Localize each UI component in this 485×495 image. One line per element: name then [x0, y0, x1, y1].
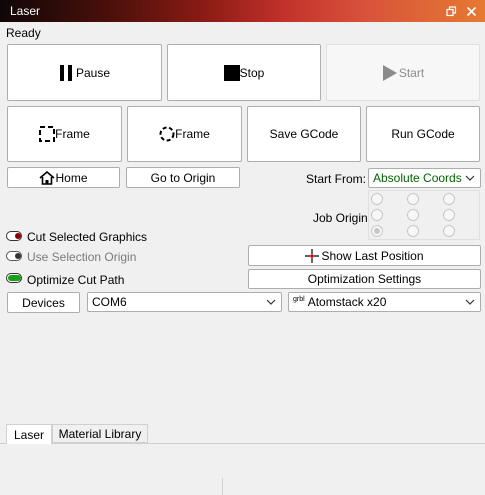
go-to-origin-button[interactable]: Go to Origin — [126, 167, 240, 188]
frame-circle-button[interactable]: Frame — [127, 106, 242, 162]
tab-material-library-label: Material Library — [58, 426, 142, 441]
origin-radio-middle-center[interactable] — [407, 209, 419, 221]
frame-circle-label: Frame — [175, 127, 210, 141]
start-button[interactable]: Start — [326, 44, 480, 101]
tab-laser[interactable]: Laser — [6, 424, 52, 444]
cut-selected-graphics-label: Cut Selected Graphics — [27, 230, 148, 244]
optimization-settings-label: Optimization Settings — [307, 272, 422, 286]
optimize-cut-path-label: Optimize Cut Path — [27, 273, 125, 287]
save-gcode-button[interactable]: Save GCode — [247, 106, 361, 162]
origin-radio-middle-right[interactable] — [443, 209, 455, 221]
job-origin-label: Job Origin — [313, 211, 368, 225]
tab-divider — [0, 443, 485, 444]
chevron-down-icon — [266, 299, 276, 305]
play-icon — [382, 64, 397, 81]
devices-label: Devices — [22, 295, 65, 310]
device-value: Atomstack x20 — [307, 295, 387, 309]
start-from-select[interactable]: Absolute Coords — [368, 168, 481, 188]
start-from-label: Start From: — [306, 172, 367, 186]
toggle-knob — [8, 275, 21, 281]
bottom-splitter[interactable] — [222, 478, 223, 495]
run-gcode-button[interactable]: Run GCode — [366, 106, 480, 162]
status-text: Ready — [6, 26, 41, 40]
origin-radio-top-center[interactable] — [407, 193, 419, 205]
show-last-position-label: Show Last Position — [321, 248, 424, 263]
cut-selected-graphics-toggle[interactable] — [6, 231, 22, 241]
tab-laser-label: Laser — [13, 427, 45, 442]
home-icon — [39, 170, 56, 185]
chevron-down-icon — [465, 299, 475, 305]
start-from-value: Absolute Coords — [373, 171, 462, 185]
origin-radio-bottom-right[interactable] — [443, 225, 455, 237]
origin-radio-bottom-left[interactable] — [371, 225, 383, 237]
save-gcode-label: Save GCode — [269, 127, 339, 141]
float-window-icon[interactable] — [443, 3, 459, 19]
origin-radio-bottom-center[interactable] — [407, 225, 419, 237]
run-gcode-label: Run GCode — [391, 127, 455, 141]
job-origin-grid — [368, 190, 480, 240]
optimization-settings-button[interactable]: Optimization Settings — [248, 269, 481, 289]
home-label: Home — [55, 170, 88, 185]
use-selection-origin-label: Use Selection Origin — [27, 250, 137, 264]
frame-rect-button[interactable]: Frame — [7, 106, 122, 162]
chevron-down-icon — [465, 175, 475, 181]
frame-rect-label: Frame — [55, 127, 90, 141]
optimize-cut-path-toggle[interactable] — [6, 273, 22, 283]
home-button[interactable]: Home — [7, 167, 120, 188]
stop-icon — [223, 64, 240, 81]
show-last-position-button[interactable]: Show Last Position — [248, 245, 481, 266]
start-label: Start — [398, 65, 425, 80]
frame-circle-icon — [159, 126, 175, 142]
close-icon[interactable] — [463, 3, 479, 19]
origin-radio-top-right[interactable] — [443, 193, 455, 205]
use-selection-origin-toggle[interactable] — [6, 251, 22, 261]
grbl-badge: grbl — [293, 295, 305, 303]
stop-button[interactable]: Stop — [167, 44, 321, 101]
go-to-origin-label: Go to Origin — [150, 170, 216, 185]
origin-radio-top-left[interactable] — [371, 193, 383, 205]
device-select[interactable]: grbl Atomstack x20 — [288, 292, 481, 312]
toggle-knob — [15, 233, 21, 239]
pause-label: Pause — [75, 65, 111, 80]
port-value: COM6 — [92, 295, 127, 309]
title-bar: Laser — [0, 0, 485, 22]
port-select[interactable]: COM6 — [87, 292, 282, 312]
devices-button[interactable]: Devices — [7, 292, 80, 313]
window-title: Laser — [10, 4, 41, 18]
frame-rect-icon — [39, 126, 56, 142]
crosshair-icon — [305, 248, 320, 263]
tab-material-library[interactable]: Material Library — [52, 424, 148, 443]
pause-button[interactable]: Pause — [7, 44, 162, 101]
pause-icon — [59, 64, 72, 81]
origin-radio-middle-left[interactable] — [371, 209, 383, 221]
toggle-knob — [15, 253, 21, 259]
stop-label: Stop — [239, 65, 265, 80]
